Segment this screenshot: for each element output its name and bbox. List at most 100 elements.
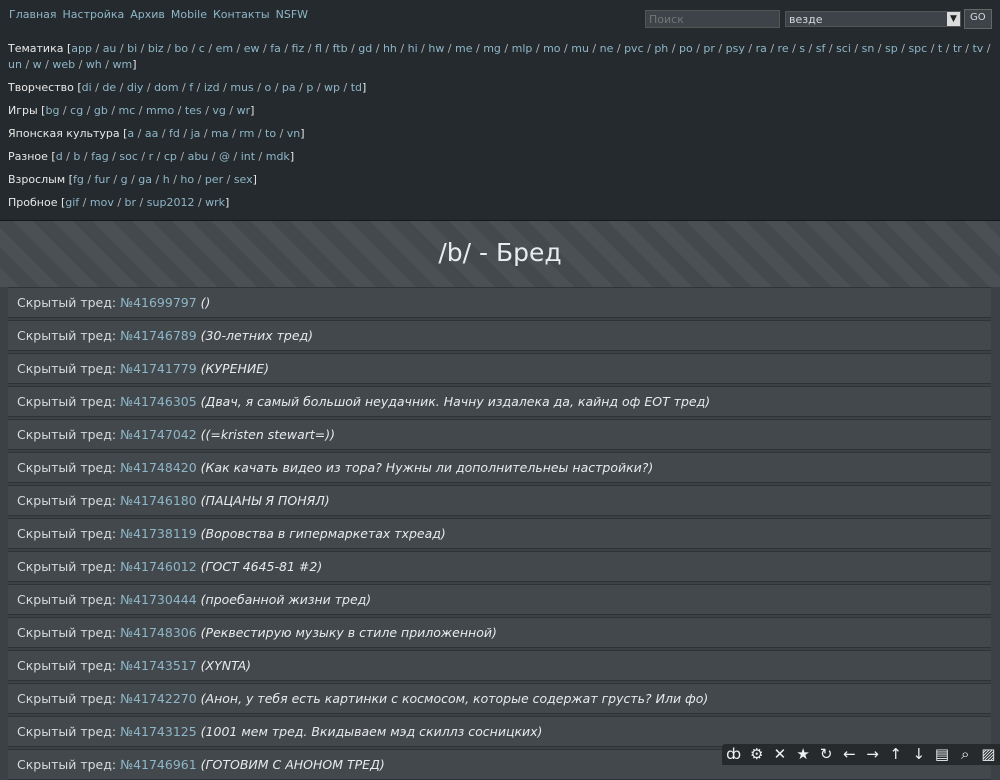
thread-number-link[interactable]: №41730444: [120, 592, 197, 607]
board-link[interactable]: soc: [119, 150, 138, 163]
board-link[interactable]: fd: [169, 127, 180, 140]
board-link[interactable]: pvc: [624, 42, 644, 55]
board-link[interactable]: sp: [885, 42, 898, 55]
thread-number-link[interactable]: №41746012: [120, 559, 197, 574]
board-link[interactable]: mmo: [146, 104, 174, 117]
board-link[interactable]: web: [52, 58, 75, 71]
board-link[interactable]: mg: [483, 42, 501, 55]
board-link[interactable]: izd: [204, 81, 220, 94]
thread-number-link[interactable]: №41743517: [120, 658, 197, 673]
board-link[interactable]: ra: [756, 42, 767, 55]
board-link[interactable]: fur: [95, 173, 110, 186]
board-link[interactable]: @: [219, 150, 230, 163]
board-link[interactable]: diy: [127, 81, 144, 94]
board-link[interactable]: biz: [148, 42, 164, 55]
board-link[interactable]: abu: [188, 150, 209, 163]
board-link[interactable]: bi: [127, 42, 137, 55]
board-link[interactable]: bo: [174, 42, 188, 55]
board-link[interactable]: sci: [836, 42, 851, 55]
board-link[interactable]: fa: [270, 42, 281, 55]
thread-number-link[interactable]: №41746180: [120, 493, 197, 508]
thread-number-link[interactable]: №41699797: [120, 295, 197, 310]
search-zoom-icon[interactable]: ⌕: [955, 744, 975, 765]
board-link[interactable]: cg: [70, 104, 83, 117]
catalog-icon[interactable]: ▤: [932, 744, 952, 765]
chevron-down-icon[interactable]: ▼: [947, 12, 960, 26]
thread-number-link[interactable]: №41748306: [120, 625, 197, 640]
nav-link[interactable]: Архив: [130, 8, 165, 21]
board-link[interactable]: wm: [112, 58, 132, 71]
arrow-down-icon[interactable]: ↓: [909, 744, 929, 765]
hidden-thread-row[interactable]: Скрытый тред: №41743125 (1001 мем тред. …: [8, 716, 991, 747]
board-link[interactable]: gd: [358, 42, 372, 55]
board-link[interactable]: wh: [86, 58, 102, 71]
arrow-left-icon[interactable]: ←: [839, 744, 859, 765]
board-link[interactable]: br: [125, 196, 137, 209]
board-link[interactable]: wrk: [205, 196, 225, 209]
board-link[interactable]: tr: [953, 42, 962, 55]
board-link[interactable]: mus: [230, 81, 253, 94]
board-link[interactable]: pr: [703, 42, 715, 55]
board-link[interactable]: rm: [239, 127, 254, 140]
board-link[interactable]: tv: [972, 42, 983, 55]
thread-number-link[interactable]: №41746789: [120, 328, 197, 343]
hidden-thread-row[interactable]: Скрытый тред: №41738119 (Воровства в гип…: [8, 518, 991, 549]
thread-number-link[interactable]: №41741779: [120, 361, 197, 376]
board-link[interactable]: app: [71, 42, 92, 55]
favorites-star-icon[interactable]: ★: [793, 744, 813, 765]
board-link[interactable]: gif: [65, 196, 79, 209]
hidden-thread-row[interactable]: Скрытый тред: №41746789 (30-летних тред): [8, 320, 991, 351]
board-link[interactable]: w: [33, 58, 42, 71]
board-link[interactable]: ho: [180, 173, 194, 186]
close-x-icon[interactable]: ✕: [770, 744, 790, 765]
board-link[interactable]: spc: [908, 42, 927, 55]
board-link[interactable]: d: [56, 150, 63, 163]
board-link[interactable]: cp: [164, 150, 177, 163]
dollchan-logo-icon[interactable]: ȸ: [724, 744, 744, 765]
thread-number-link[interactable]: №41742270: [120, 691, 197, 706]
board-link[interactable]: gb: [94, 104, 108, 117]
board-link[interactable]: ew: [244, 42, 260, 55]
board-link[interactable]: dom: [154, 81, 178, 94]
board-link[interactable]: ph: [654, 42, 668, 55]
board-link[interactable]: de: [102, 81, 116, 94]
board-link[interactable]: mu: [571, 42, 589, 55]
board-link[interactable]: fl: [315, 42, 322, 55]
hidden-thread-row[interactable]: Скрытый тред: №41746012 (ГОСТ 4645-81 #2…: [8, 551, 991, 582]
arrow-up-icon[interactable]: ↑: [886, 744, 906, 765]
board-link[interactable]: td: [351, 81, 362, 94]
expand-images-icon[interactable]: ▨: [978, 744, 998, 765]
board-link[interactable]: sex: [234, 173, 253, 186]
board-link[interactable]: sn: [862, 42, 875, 55]
board-link[interactable]: hh: [383, 42, 397, 55]
board-link[interactable]: ftb: [333, 42, 348, 55]
refresh-icon[interactable]: ↻: [816, 744, 836, 765]
arrow-right-icon[interactable]: →: [863, 744, 883, 765]
board-link[interactable]: hw: [428, 42, 444, 55]
board-link[interactable]: int: [241, 150, 255, 163]
board-link[interactable]: au: [103, 42, 117, 55]
board-link[interactable]: vn: [287, 127, 300, 140]
board-link[interactable]: re: [778, 42, 789, 55]
board-link[interactable]: g: [121, 173, 128, 186]
board-link[interactable]: mlp: [512, 42, 533, 55]
nav-link[interactable]: Главная: [9, 8, 57, 21]
board-link[interactable]: sup2012: [147, 196, 195, 209]
hidden-thread-row[interactable]: Скрытый тред: №41748306 (Реквестирую муз…: [8, 617, 991, 648]
board-link[interactable]: mc: [119, 104, 136, 117]
board-link[interactable]: h: [163, 173, 170, 186]
hidden-thread-row[interactable]: Скрытый тред: №41747042 ((=kristen stewa…: [8, 419, 991, 450]
nav-link[interactable]: Mobile: [171, 8, 207, 21]
hidden-thread-row[interactable]: Скрытый тред: №41743517 (XYNTA): [8, 650, 991, 681]
hidden-thread-row[interactable]: Скрытый тред: №41748420 (Как качать виде…: [8, 452, 991, 483]
board-link[interactable]: fag: [91, 150, 109, 163]
board-link[interactable]: ne: [600, 42, 614, 55]
go-button[interactable]: GO: [964, 9, 992, 29]
board-link[interactable]: bg: [45, 104, 59, 117]
search-scope-select[interactable]: везде ▼: [785, 11, 961, 27]
board-link[interactable]: mov: [90, 196, 114, 209]
board-link[interactable]: po: [679, 42, 693, 55]
hidden-thread-row[interactable]: Скрытый тред: №41730444 (проебанной жизн…: [8, 584, 991, 615]
board-link[interactable]: wr: [237, 104, 251, 117]
board-link[interactable]: mdk: [266, 150, 290, 163]
